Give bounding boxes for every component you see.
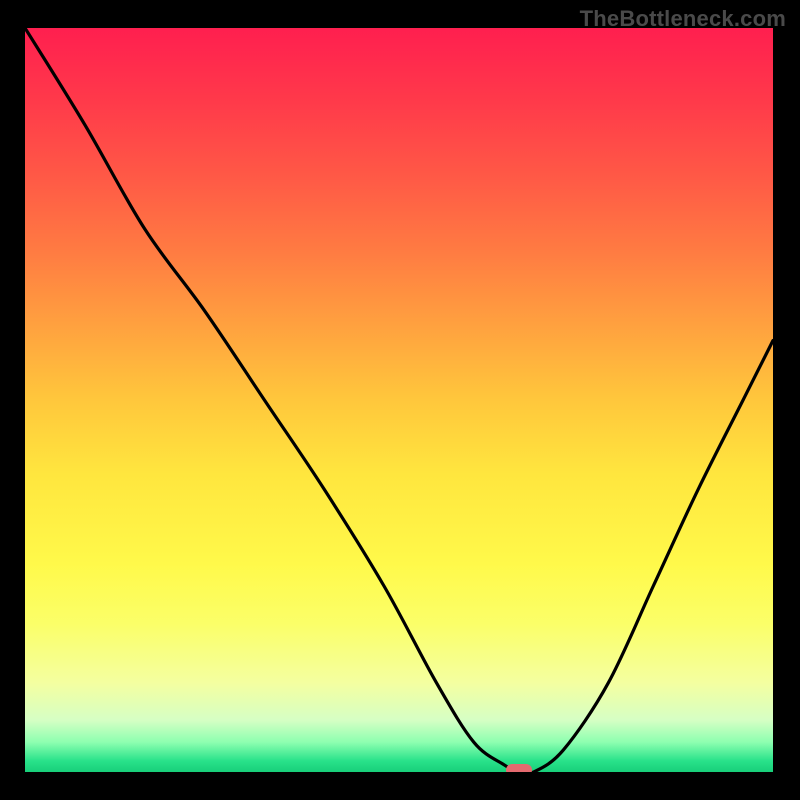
watermark-text: TheBottleneck.com [580,6,786,32]
bottleneck-curve [25,28,773,772]
curve-path [25,28,773,772]
chart-frame: TheBottleneck.com [0,0,800,800]
optimum-marker [506,764,532,772]
plot-area [25,28,773,772]
